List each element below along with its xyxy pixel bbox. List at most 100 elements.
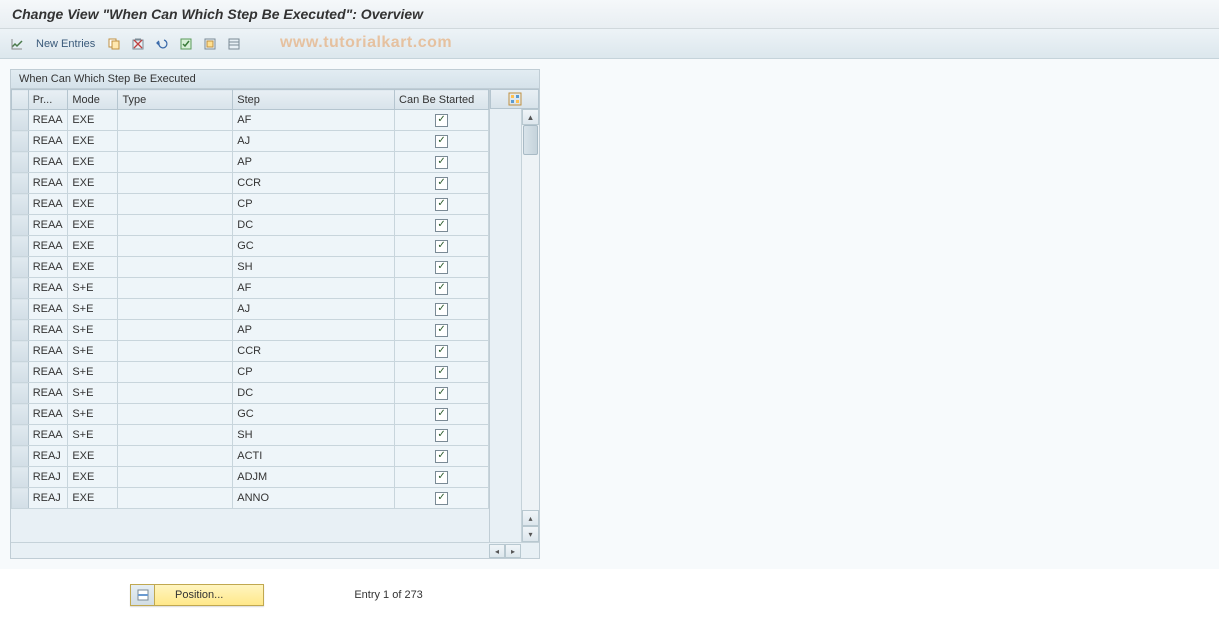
cell-step[interactable]: SH: [233, 425, 395, 446]
table-row[interactable]: REAAEXEAF✓: [12, 110, 489, 131]
checkbox[interactable]: ✓: [435, 492, 448, 505]
cell-type[interactable]: [118, 215, 233, 236]
copy-icon[interactable]: [105, 35, 123, 53]
cell-pr[interactable]: REAA: [28, 362, 68, 383]
cell-pr[interactable]: REAA: [28, 215, 68, 236]
cell-step[interactable]: AP: [233, 320, 395, 341]
cell-pr[interactable]: REAA: [28, 173, 68, 194]
cell-type[interactable]: [118, 131, 233, 152]
row-selector[interactable]: [12, 446, 29, 467]
row-selector[interactable]: [12, 488, 29, 509]
table-row[interactable]: REAAEXEAJ✓: [12, 131, 489, 152]
cell-started[interactable]: ✓: [395, 152, 489, 173]
cell-type[interactable]: [118, 257, 233, 278]
scroll-up-icon[interactable]: ▲: [522, 109, 539, 125]
cell-mode[interactable]: EXE: [68, 236, 118, 257]
table-row[interactable]: REAAEXEGC✓: [12, 236, 489, 257]
select-block-icon[interactable]: [201, 35, 219, 53]
cell-step[interactable]: CCR: [233, 173, 395, 194]
table-row[interactable]: REAAS+EAP✓: [12, 320, 489, 341]
col-header-step[interactable]: Step: [233, 90, 395, 110]
horizontal-scrollbar[interactable]: ◂ ▸: [11, 542, 539, 558]
row-selector[interactable]: [12, 467, 29, 488]
select-all-icon[interactable]: [177, 35, 195, 53]
table-row[interactable]: REAAEXESH✓: [12, 257, 489, 278]
checkbox[interactable]: ✓: [435, 198, 448, 211]
position-button[interactable]: Position...: [130, 584, 264, 606]
cell-pr[interactable]: REAA: [28, 131, 68, 152]
cell-step[interactable]: ANNO: [233, 488, 395, 509]
cell-started[interactable]: ✓: [395, 299, 489, 320]
cell-pr[interactable]: REAA: [28, 278, 68, 299]
col-header-selector[interactable]: [12, 90, 29, 110]
cell-mode[interactable]: EXE: [68, 152, 118, 173]
cell-step[interactable]: CP: [233, 194, 395, 215]
cell-step[interactable]: DC: [233, 215, 395, 236]
vertical-scrollbar[interactable]: ▲ ▴ ▾: [521, 109, 539, 542]
row-selector[interactable]: [12, 110, 29, 131]
cell-started[interactable]: ✓: [395, 278, 489, 299]
table-row[interactable]: REAJEXEACTI✓: [12, 446, 489, 467]
cell-started[interactable]: ✓: [395, 131, 489, 152]
cell-step[interactable]: GC: [233, 404, 395, 425]
cell-mode[interactable]: EXE: [68, 173, 118, 194]
cell-type[interactable]: [118, 152, 233, 173]
cell-pr[interactable]: REAJ: [28, 467, 68, 488]
cell-step[interactable]: AF: [233, 278, 395, 299]
cell-pr[interactable]: REAA: [28, 257, 68, 278]
cell-started[interactable]: ✓: [395, 383, 489, 404]
row-selector[interactable]: [12, 194, 29, 215]
cell-type[interactable]: [118, 362, 233, 383]
cell-type[interactable]: [118, 404, 233, 425]
cell-mode[interactable]: EXE: [68, 488, 118, 509]
row-selector[interactable]: [12, 362, 29, 383]
cell-step[interactable]: ACTI: [233, 446, 395, 467]
checkbox[interactable]: ✓: [435, 177, 448, 190]
col-header-started[interactable]: Can Be Started: [395, 90, 489, 110]
cell-type[interactable]: [118, 488, 233, 509]
row-selector[interactable]: [12, 341, 29, 362]
cell-type[interactable]: [118, 278, 233, 299]
cell-mode[interactable]: S+E: [68, 404, 118, 425]
cell-pr[interactable]: REAA: [28, 299, 68, 320]
cell-mode[interactable]: EXE: [68, 110, 118, 131]
cell-pr[interactable]: REAA: [28, 194, 68, 215]
toggle-display-icon[interactable]: [8, 35, 26, 53]
cell-started[interactable]: ✓: [395, 320, 489, 341]
cell-started[interactable]: ✓: [395, 110, 489, 131]
cell-pr[interactable]: REAA: [28, 425, 68, 446]
cell-pr[interactable]: REAJ: [28, 488, 68, 509]
checkbox[interactable]: ✓: [435, 450, 448, 463]
row-selector[interactable]: [12, 152, 29, 173]
cell-step[interactable]: AP: [233, 152, 395, 173]
cell-pr[interactable]: REAJ: [28, 446, 68, 467]
row-selector[interactable]: [12, 425, 29, 446]
cell-started[interactable]: ✓: [395, 236, 489, 257]
cell-started[interactable]: ✓: [395, 194, 489, 215]
cell-type[interactable]: [118, 341, 233, 362]
row-selector[interactable]: [12, 404, 29, 425]
row-selector[interactable]: [12, 320, 29, 341]
row-selector[interactable]: [12, 278, 29, 299]
checkbox[interactable]: ✓: [435, 240, 448, 253]
cell-type[interactable]: [118, 320, 233, 341]
cell-pr[interactable]: REAA: [28, 341, 68, 362]
row-selector[interactable]: [12, 173, 29, 194]
cell-step[interactable]: ADJM: [233, 467, 395, 488]
checkbox[interactable]: ✓: [435, 345, 448, 358]
cell-started[interactable]: ✓: [395, 362, 489, 383]
cell-type[interactable]: [118, 173, 233, 194]
cell-step[interactable]: CP: [233, 362, 395, 383]
cell-type[interactable]: [118, 299, 233, 320]
cell-mode[interactable]: S+E: [68, 362, 118, 383]
checkbox[interactable]: ✓: [435, 282, 448, 295]
cell-mode[interactable]: S+E: [68, 299, 118, 320]
cell-mode[interactable]: S+E: [68, 320, 118, 341]
table-row[interactable]: REAAEXEDC✓: [12, 215, 489, 236]
table-row[interactable]: REAAEXECP✓: [12, 194, 489, 215]
cell-started[interactable]: ✓: [395, 467, 489, 488]
checkbox[interactable]: ✓: [435, 114, 448, 127]
checkbox[interactable]: ✓: [435, 261, 448, 274]
table-config-icon[interactable]: [490, 89, 539, 109]
cell-type[interactable]: [118, 467, 233, 488]
